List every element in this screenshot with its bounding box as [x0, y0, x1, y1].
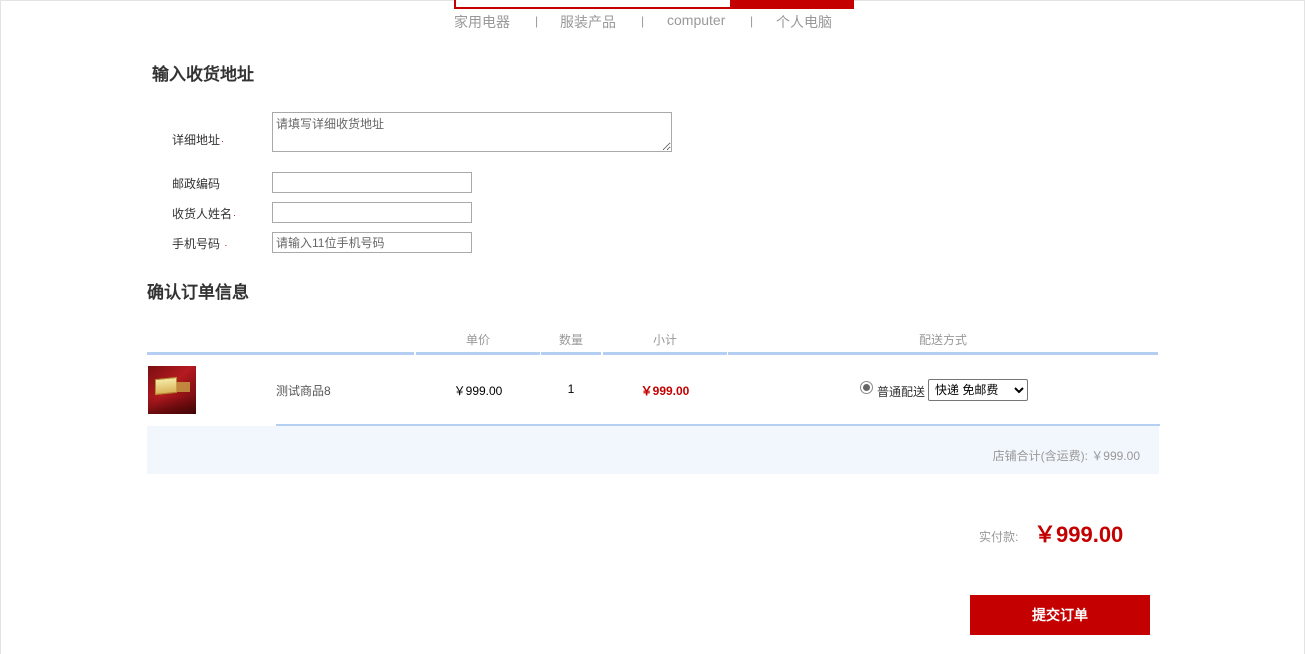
- receiver-name-label: 收货人姓名·: [172, 207, 237, 221]
- header-unit-price: 单价: [465, 333, 490, 347]
- submit-order-button[interactable]: 提交订单: [970, 595, 1150, 635]
- nav-link-pc[interactable]: 个人电脑: [776, 12, 832, 32]
- header-divider: [416, 352, 540, 355]
- search-button[interactable]: [731, 0, 854, 9]
- required-mark: ·: [224, 240, 228, 250]
- receiver-name-field[interactable]: [272, 202, 472, 223]
- order-section-title: 确认订单信息: [147, 283, 249, 302]
- postcode-label: 邮政编码: [172, 177, 221, 191]
- nav-separator: |: [535, 14, 539, 28]
- page-frame: [0, 0, 1305, 654]
- header-shipping: 配送方式: [918, 333, 967, 347]
- product-name[interactable]: 测试商品8: [276, 382, 331, 399]
- product-thumbnail[interactable]: [148, 366, 196, 414]
- header-subtotal: 小计: [652, 333, 677, 347]
- phone-field[interactable]: [272, 232, 472, 253]
- quick-links: 家用电器 | 服装产品 | computer | 个人电脑: [454, 12, 854, 32]
- nav-separator: |: [750, 14, 754, 28]
- search-input[interactable]: [454, 0, 732, 9]
- detail-address-field[interactable]: [272, 112, 672, 152]
- nav-link-clothing[interactable]: 服装产品: [560, 12, 616, 32]
- address-section-title: 输入收货地址: [152, 65, 254, 84]
- nav-link-computer[interactable]: computer: [667, 12, 725, 28]
- payment-amount: ￥999.00: [1034, 522, 1124, 547]
- product-image-graphic: [176, 382, 190, 392]
- postcode-field[interactable]: [272, 172, 472, 193]
- standard-shipping-radio[interactable]: [860, 381, 873, 394]
- shop-total: 店铺合计(含运费): ￥999.00: [992, 449, 1140, 463]
- header-divider: [541, 352, 601, 355]
- nav-link-home-appliances[interactable]: 家用电器: [454, 12, 510, 32]
- product-image-graphic: [155, 376, 177, 396]
- header-divider: [147, 352, 414, 355]
- product-image-shade: [148, 396, 196, 414]
- standard-shipping-label: 普通配送: [877, 385, 926, 399]
- required-mark: ·: [221, 136, 225, 146]
- shop-summary-bar: 店铺合计(含运费): ￥999.00: [147, 426, 1159, 474]
- detail-address-label: 详细地址·: [172, 133, 225, 147]
- header-divider: [603, 352, 727, 355]
- unit-price-value: ￥999.00: [453, 384, 503, 398]
- nav-separator: |: [641, 14, 645, 28]
- required-mark: ·: [233, 210, 237, 220]
- payment-label: 实付款:: [979, 530, 1019, 544]
- subtotal-value: ￥999.00: [640, 384, 690, 398]
- shipping-method-select[interactable]: 快递 免邮费: [928, 379, 1028, 401]
- phone-label: 手机号码 ·: [172, 237, 228, 251]
- header-divider: [728, 352, 1158, 355]
- quantity-value: 1: [567, 382, 575, 396]
- header-quantity: 数量: [558, 333, 583, 347]
